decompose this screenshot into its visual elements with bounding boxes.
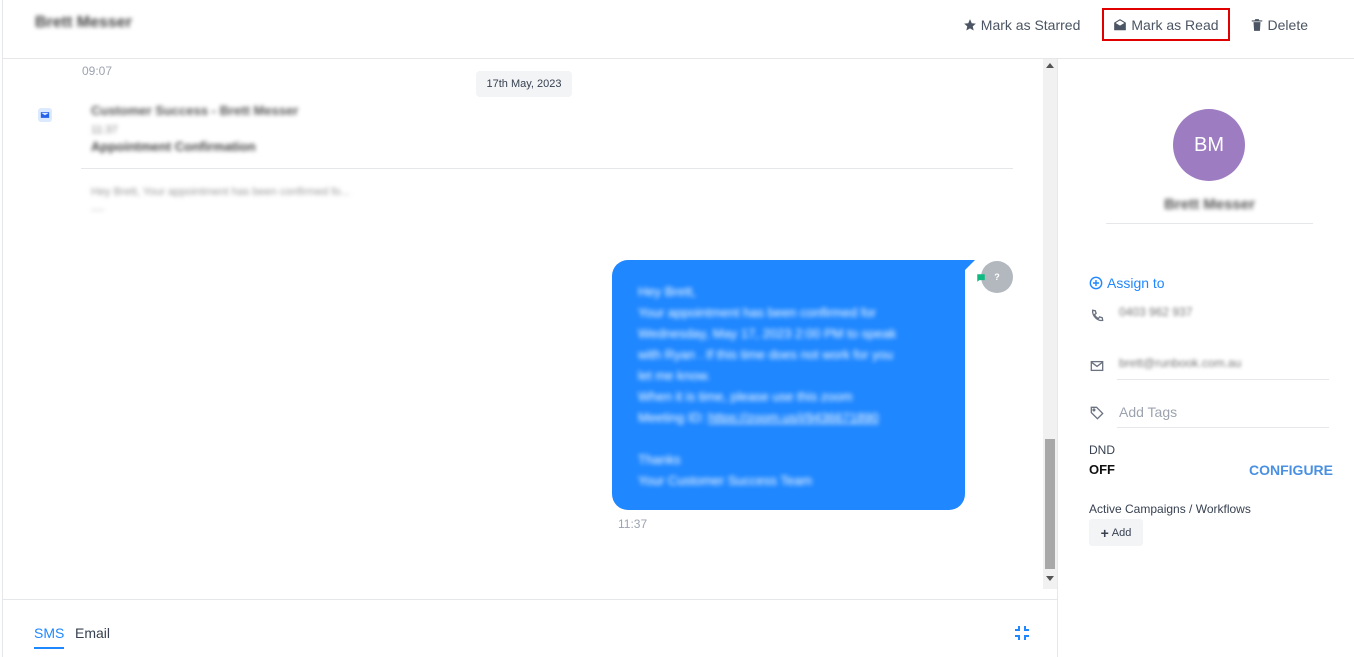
delete-button[interactable]: Delete: [1242, 8, 1316, 41]
message-thread[interactable]: 09:07 17th May, 2023 Customer Success - …: [2, 59, 1058, 599]
contact-avatar: BM: [1173, 109, 1245, 181]
email-value: brett@runbook.com.au: [1119, 356, 1242, 370]
plus-circle-icon: [1089, 276, 1103, 290]
message-line: Your appointment has been confirmed for: [638, 305, 877, 320]
add-tags-input[interactable]: Add Tags: [1117, 398, 1329, 428]
phone-field[interactable]: 0403 962 937: [1117, 299, 1329, 329]
email-field[interactable]: brett@runbook.com.au: [1117, 350, 1329, 380]
contact-name-text: Brett Messer: [1164, 196, 1255, 213]
email-icon: [38, 108, 52, 122]
scroll-down-arrow-icon[interactable]: [1046, 576, 1054, 581]
conversation-view: Brett Messer Mark as Starred Mark as Rea…: [0, 0, 1354, 657]
bubble-tail: [965, 260, 975, 270]
message-line: When it is time, please use this zoom: [638, 389, 853, 404]
plus-icon: +: [1100, 524, 1109, 541]
contact-name: Brett Messer: [1106, 196, 1313, 224]
message-line: let me know.: [638, 368, 711, 383]
dnd-value: OFF: [1089, 462, 1115, 477]
contact-panel: BM Brett Messer Assign to 0403 962 937 b…: [1058, 59, 1354, 657]
email-preview: Hey Brett, Your appointment has been con…: [91, 186, 350, 198]
mail-icon: [1090, 359, 1104, 373]
email-more: ----: [91, 205, 105, 216]
email-from: Customer Success - Brett Messer: [91, 103, 299, 118]
header-contact-name: Brett Messer: [35, 14, 132, 31]
message-line-meeting: Meeting ID: https://zoom.us/j/9436671890: [638, 407, 939, 428]
add-campaign-label: Add: [1111, 526, 1132, 539]
thread-scrollbar[interactable]: [1043, 59, 1057, 589]
assign-to-button[interactable]: Assign to: [1089, 275, 1165, 291]
message-line: Thanks: [638, 452, 681, 467]
composer: SMS Email: [2, 599, 1058, 657]
mark-as-starred-button[interactable]: Mark as Starred: [955, 8, 1089, 41]
email-subject: Appointment Confirmation: [91, 139, 256, 154]
email-message-card[interactable]: Customer Success - Brett Messer 11:37 Ap…: [81, 95, 1013, 221]
message-line: Hey Brett,: [638, 284, 696, 299]
delete-label: Delete: [1267, 16, 1308, 33]
trash-icon: [1251, 18, 1262, 31]
scroll-up-arrow-icon[interactable]: [1046, 63, 1054, 68]
zoom-link[interactable]: https://zoom.us/j/9436671890: [708, 410, 879, 425]
mark-as-read-button[interactable]: Mark as Read: [1102, 8, 1230, 41]
conversation-header: Brett Messer Mark as Starred Mark as Rea…: [2, 0, 1354, 59]
sms-message-bubble: Hey Brett, Your appointment has been con…: [612, 260, 965, 510]
date-separator: 17th May, 2023: [476, 71, 572, 97]
message-body: Hey Brett, Your appointment has been con…: [638, 281, 939, 491]
collapse-icon[interactable]: [1014, 625, 1030, 641]
message-line: with Ryan . If this time does not work f…: [638, 347, 894, 362]
dnd-label: DND: [1089, 443, 1115, 457]
star-icon: [963, 18, 976, 31]
message-time: 11:37: [618, 517, 648, 531]
message-line: Your Customer Success Team: [638, 473, 813, 488]
sms-channel-icon: [976, 270, 986, 282]
phone-value: 0403 962 937: [1119, 305, 1193, 319]
active-campaigns-label: Active Campaigns / Workflows: [1089, 502, 1251, 516]
configure-button[interactable]: CONFIGURE: [1249, 462, 1333, 478]
message-line: Wednesday, May 17, 2023 2:00 PM to speak: [638, 326, 897, 341]
meeting-id-label: Meeting ID:: [638, 410, 705, 425]
tab-email[interactable]: Email: [75, 625, 110, 647]
tab-sms[interactable]: SMS: [34, 625, 65, 649]
mark-as-starred-label: Mark as Starred: [980, 16, 1081, 33]
email-time: 11:37: [91, 124, 118, 136]
mark-as-read-label: Mark as Read: [1131, 16, 1219, 33]
email-divider: [81, 168, 1013, 169]
thread-top-time: 09:07: [82, 64, 113, 78]
phone-icon: [1090, 309, 1104, 323]
add-campaign-button[interactable]: + Add: [1089, 519, 1143, 546]
header-actions: Mark as Starred Mark as Read Delete: [955, 8, 1316, 41]
envelope-open-icon: [1114, 18, 1127, 30]
tag-icon: [1090, 406, 1104, 420]
scroll-thumb[interactable]: [1045, 439, 1055, 569]
assign-to-label: Assign to: [1107, 275, 1165, 291]
